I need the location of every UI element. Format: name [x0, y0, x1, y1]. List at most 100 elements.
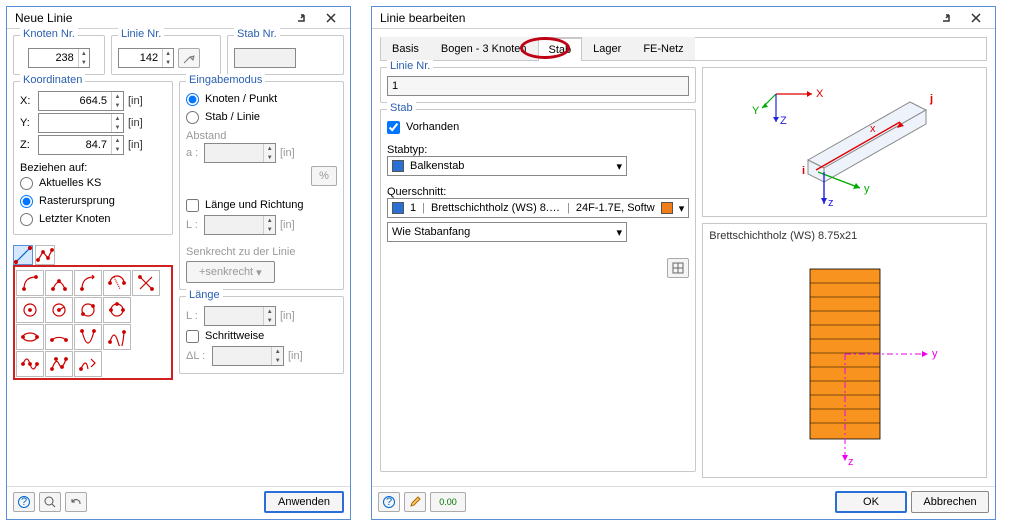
svg-text:x: x — [870, 123, 876, 135]
titlebar: Linie bearbeiten — [372, 7, 995, 29]
radio-stab-linie[interactable]: Stab / Linie — [186, 108, 337, 126]
tab-bar: Basis Bogen - 3 Knoten Stab Lager FE-Net… — [380, 37, 987, 61]
delta-l-input — [213, 347, 271, 365]
line-tool-polyline[interactable] — [13, 245, 33, 265]
refer-to-label: Beziehen auf: — [20, 162, 166, 174]
line-tools-highlight — [13, 265, 173, 380]
parabola-tool[interactable] — [74, 324, 102, 350]
svg-text:Z: Z — [780, 115, 787, 127]
nurbs-tool[interactable] — [45, 351, 73, 377]
spline-tool-2[interactable] — [16, 351, 44, 377]
length-direction-checkbox[interactable]: Länge und Richtung — [186, 196, 337, 214]
cross-section-details-button[interactable] — [667, 258, 689, 278]
coord-z-input[interactable] — [39, 136, 111, 154]
arc-tool-5[interactable] — [132, 270, 160, 296]
help-button[interactable]: ? — [13, 492, 35, 512]
dialog-title: Linie bearbeiten — [380, 11, 931, 25]
line-nr-spinner[interactable]: ▲▼ — [162, 49, 173, 67]
svg-text:?: ? — [386, 496, 392, 508]
tab-fenetz[interactable]: FE-Netz — [632, 37, 694, 60]
zoom-button[interactable] — [39, 492, 61, 512]
coords-label: Koordinaten — [20, 74, 85, 86]
node-nr-spinner[interactable]: ▲▼ — [78, 49, 89, 67]
svg-text:X: X — [816, 88, 824, 100]
querschnitt-label: Querschnitt: — [387, 186, 689, 198]
circle-tool-4[interactable] — [103, 297, 131, 323]
member-nr-input — [235, 49, 295, 67]
coord-y-input[interactable] — [39, 114, 111, 132]
circle-tool-1[interactable] — [16, 297, 44, 323]
popout-button[interactable] — [931, 8, 961, 28]
coord-x-input[interactable] — [39, 92, 111, 110]
circle-tool-3[interactable] — [74, 297, 102, 323]
cross-section-preview: Brettschichtholz (WS) 8.75x21 — [702, 223, 987, 478]
member-axes-preview: X Y Z x y — [702, 67, 987, 217]
help-button[interactable]: ? — [378, 492, 400, 512]
cross-section-title: Brettschichtholz (WS) 8.75x21 — [709, 230, 980, 242]
popout-button[interactable] — [286, 8, 316, 28]
tab-lager[interactable]: Lager — [582, 37, 632, 60]
svg-text:z: z — [848, 456, 854, 468]
vorhanden-checkbox[interactable]: Vorhanden — [387, 118, 689, 136]
abstand-label: Abstand — [186, 130, 337, 142]
arc-tool-4[interactable] — [103, 270, 131, 296]
new-line-dialog: Neue Linie Knoten Nr. ▲▼ Linie Nr. ▲▼ — [6, 6, 351, 520]
line-pick-button[interactable] — [178, 48, 200, 68]
radio-rasterursprung[interactable]: Rasterursprung — [20, 192, 166, 210]
line-tool-chain[interactable] — [35, 245, 55, 265]
line-nr-label: Linie Nr. — [118, 28, 164, 40]
undo-button[interactable] — [65, 492, 87, 512]
titlebar: Neue Linie — [7, 7, 350, 29]
ok-button[interactable]: OK — [835, 491, 907, 513]
ellipse-arc-tool[interactable] — [45, 324, 73, 350]
svg-text:?: ? — [21, 496, 27, 508]
input-mode-label: Eingabemodus — [186, 74, 265, 86]
member-nr-label: Stab Nr. — [234, 28, 280, 40]
node-nr-input[interactable] — [29, 49, 78, 67]
stepwise-checkbox[interactable]: Schrittweise — [186, 327, 337, 345]
units-button[interactable]: 0.00 — [430, 492, 466, 512]
wie-stabanfang-select[interactable]: Wie Stabanfang ▾ — [387, 222, 627, 242]
svg-text:z: z — [828, 197, 834, 209]
ellipse-tool[interactable] — [16, 324, 44, 350]
svg-text:j: j — [929, 93, 933, 105]
perpendicular-button: +senkrecht ▾ — [186, 261, 275, 283]
stabtyp-select[interactable]: Balkenstab ▾ — [387, 156, 627, 176]
stabtyp-label: Stabtyp: — [387, 144, 689, 156]
radio-aktuelles-ks[interactable]: Aktuelles KS — [20, 174, 166, 192]
svg-text:i: i — [802, 165, 805, 177]
tab-basis[interactable]: Basis — [381, 37, 430, 60]
close-button[interactable] — [961, 8, 991, 28]
node-nr-label: Knoten Nr. — [20, 28, 78, 40]
edit-button[interactable] — [404, 492, 426, 512]
qs-swatch-1 — [392, 202, 404, 214]
trajectory-tool[interactable] — [74, 351, 102, 377]
line-nr-field[interactable] — [387, 76, 689, 96]
perpendicular-label: Senkrecht zu der Linie — [186, 246, 337, 258]
arc-tool-3[interactable] — [74, 270, 102, 296]
stab-group-label: Stab — [387, 102, 416, 114]
apply-button[interactable]: Anwenden — [264, 491, 344, 513]
circle-tool-2[interactable] — [45, 297, 73, 323]
radio-letzter-knoten[interactable]: Letzter Knoten — [20, 210, 166, 228]
length-group-label: Länge — [186, 289, 223, 301]
tab-bogen[interactable]: Bogen - 3 Knoten — [430, 37, 538, 60]
cancel-button[interactable]: Abbrechen — [911, 491, 989, 513]
length-input — [205, 216, 263, 234]
length-l-input — [205, 307, 263, 325]
svg-text:Y: Y — [752, 105, 760, 117]
line-nr-label: Linie Nr. — [387, 60, 433, 72]
line-nr-input[interactable] — [119, 49, 162, 67]
querschnitt-select[interactable]: 1 | Brettschichtholz (WS) 8.75x21 | 24F-… — [387, 198, 689, 218]
radio-knoten-punkt[interactable]: Knoten / Punkt — [186, 90, 337, 108]
svg-text:y: y — [932, 348, 938, 360]
arc-tool-1[interactable] — [16, 270, 44, 296]
percent-button: % — [311, 166, 337, 186]
arc-tool-2[interactable] — [45, 270, 73, 296]
close-button[interactable] — [316, 8, 346, 28]
qs-swatch-2 — [661, 202, 673, 214]
beam-type-swatch — [392, 160, 404, 172]
tab-stab[interactable]: Stab — [538, 38, 583, 61]
svg-text:y: y — [864, 183, 870, 195]
spline-tool-1[interactable] — [103, 324, 131, 350]
